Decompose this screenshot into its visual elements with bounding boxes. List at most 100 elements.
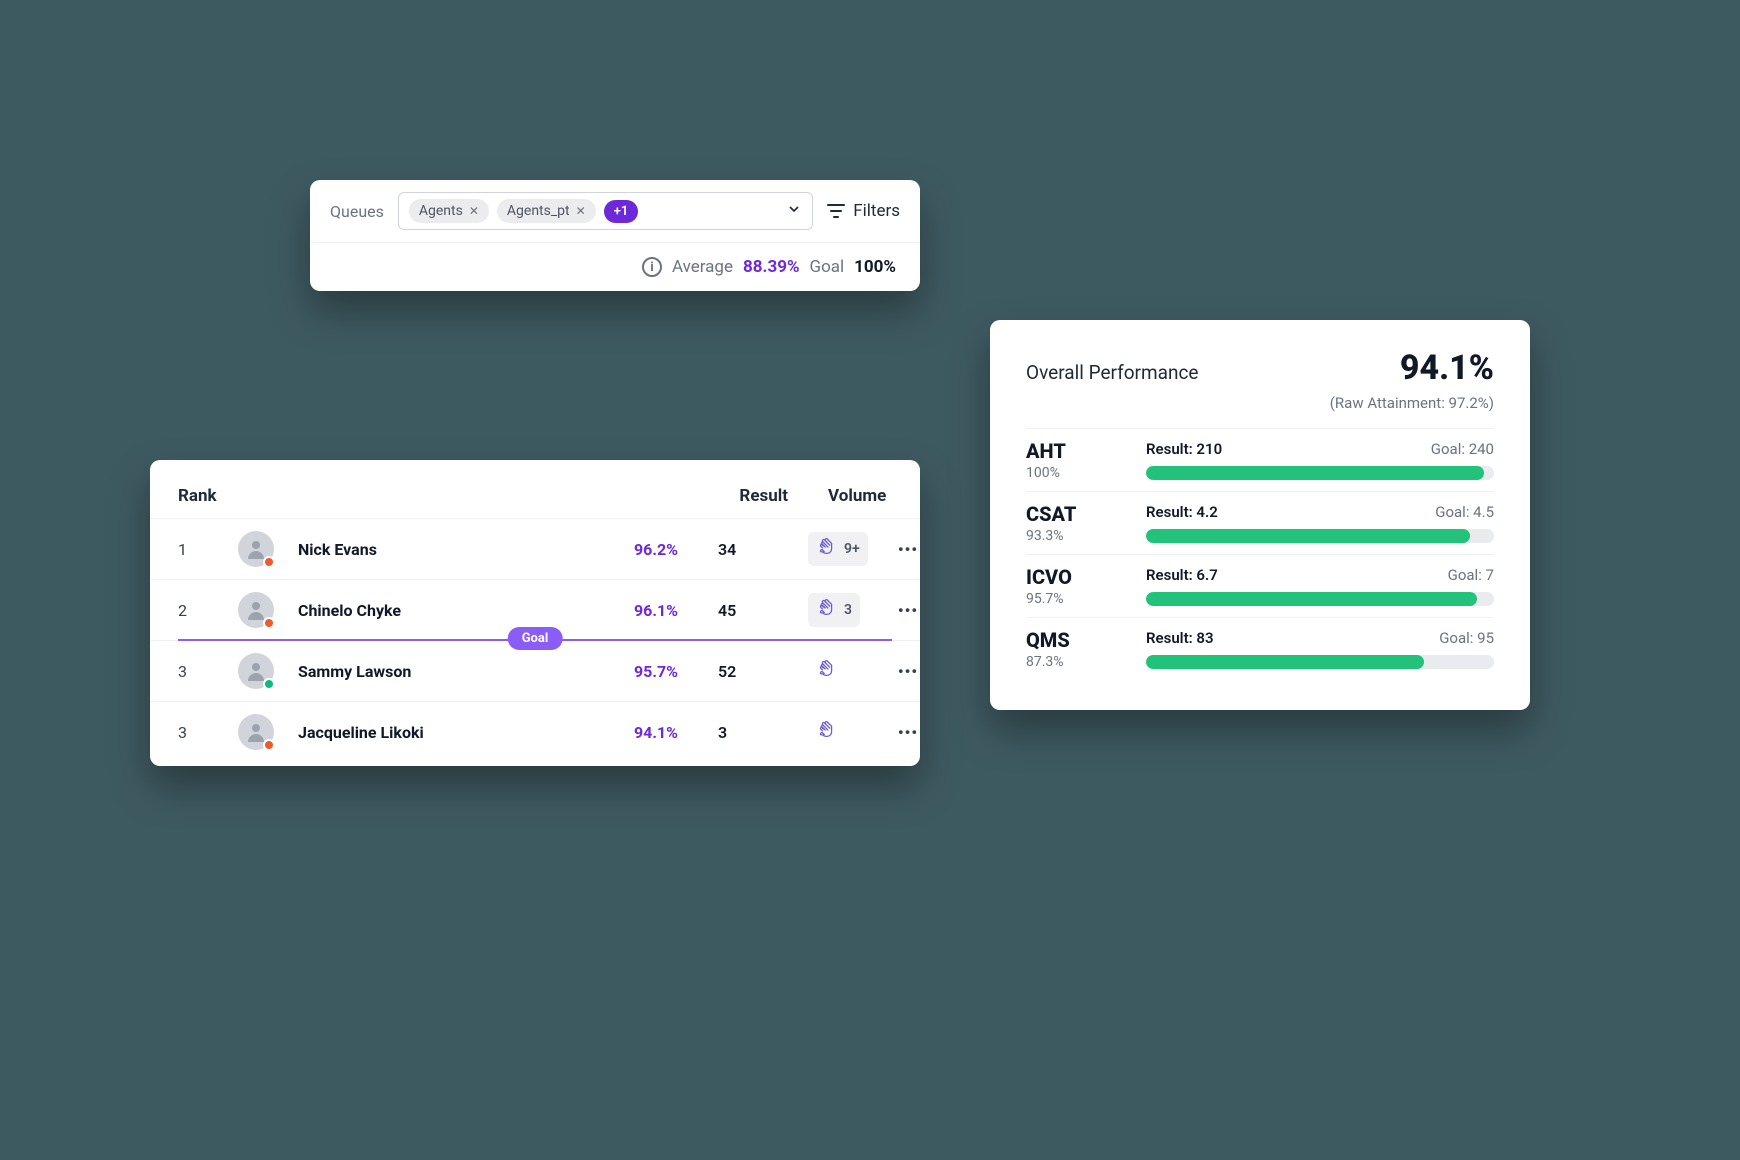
- metric-label: QMS: [1026, 628, 1136, 652]
- performance-card: Overall Performance 94.1% (Raw Attainmen…: [990, 320, 1530, 710]
- status-dot: [263, 678, 275, 690]
- close-icon[interactable]: ✕: [469, 204, 479, 218]
- agent-name[interactable]: Chinelo Chyke: [298, 601, 578, 620]
- chevron-down-icon[interactable]: [786, 201, 802, 221]
- table-row[interactable]: 3 Jacqueline Likoki 94.1% 3 •••: [150, 701, 920, 762]
- clap-count: 3: [844, 602, 852, 618]
- clap-icon: [816, 536, 838, 562]
- metric-goal: Goal: 240: [1431, 440, 1494, 458]
- goal-pill: Goal: [508, 627, 563, 650]
- progress-bar: [1146, 655, 1494, 669]
- metric-label: CSAT: [1026, 502, 1136, 526]
- agent-name[interactable]: Jacqueline Likoki: [298, 723, 578, 742]
- filters-button[interactable]: Filters: [827, 201, 900, 221]
- progress-fill: [1146, 529, 1470, 543]
- metric-goal: Goal: 7: [1448, 566, 1494, 584]
- volume-value: 3: [698, 723, 808, 742]
- metric-result: Result: 6.7: [1146, 566, 1218, 584]
- rank-number: 1: [178, 540, 238, 559]
- more-button[interactable]: •••: [888, 540, 928, 559]
- result-value: 96.1%: [578, 601, 698, 620]
- avatar[interactable]: [238, 653, 274, 689]
- queue-chip[interactable]: Agents ✕: [409, 199, 489, 223]
- goal-value: 100%: [854, 257, 896, 277]
- agent-name[interactable]: Nick Evans: [298, 540, 578, 559]
- metric-row: AHT 100% Result: 210 Goal: 240: [1026, 428, 1494, 491]
- volume-value: 34: [698, 540, 808, 559]
- avatar[interactable]: [238, 592, 274, 628]
- queue-chip-label: Agents: [419, 203, 463, 219]
- status-dot: [263, 739, 275, 751]
- result-value: 96.2%: [578, 540, 698, 559]
- metric-row: CSAT 93.3% Result: 4.2 Goal: 4.5: [1026, 491, 1494, 554]
- status-dot: [263, 617, 275, 629]
- progress-fill: [1146, 466, 1484, 480]
- metric-percent: 93.3%: [1026, 528, 1136, 544]
- clap-button[interactable]: [808, 715, 846, 749]
- avatar[interactable]: [238, 531, 274, 567]
- metric-percent: 95.7%: [1026, 591, 1136, 607]
- performance-header: Overall Performance 94.1%: [1026, 348, 1494, 388]
- rank-card: Rank Result Volume 1 Nick Evans 96.2% 34…: [150, 460, 920, 766]
- filter-card: Queues Agents ✕ Agents_pt ✕ +1 Filters i…: [310, 180, 920, 291]
- average-label: Average: [672, 257, 733, 277]
- info-icon[interactable]: i: [642, 257, 662, 277]
- header-volume: Volume: [808, 486, 888, 506]
- filter-row: Queues Agents ✕ Agents_pt ✕ +1 Filters: [310, 180, 920, 242]
- rank-number: 2: [178, 601, 238, 620]
- clap-button[interactable]: [808, 654, 846, 688]
- agent-name[interactable]: Sammy Lawson: [298, 662, 578, 681]
- volume-value: 52: [698, 662, 808, 681]
- close-icon[interactable]: ✕: [576, 204, 586, 218]
- metric-label: AHT: [1026, 439, 1136, 463]
- rank-number: 3: [178, 662, 238, 681]
- performance-title: Overall Performance: [1026, 361, 1199, 384]
- rank-header: Rank Result Volume: [150, 468, 920, 518]
- progress-bar: [1146, 592, 1494, 606]
- filters-label: Filters: [853, 201, 900, 221]
- metric-percent: 87.3%: [1026, 654, 1136, 670]
- clap-button[interactable]: 3: [808, 593, 860, 627]
- more-button[interactable]: •••: [888, 723, 928, 742]
- average-value: 88.39%: [743, 257, 800, 277]
- result-value: 94.1%: [578, 723, 698, 742]
- rank-number: 3: [178, 723, 238, 742]
- metric-result: Result: 83: [1146, 629, 1214, 647]
- more-button[interactable]: •••: [888, 601, 928, 620]
- metric-row: ICVO 95.7% Result: 6.7 Goal: 7: [1026, 554, 1494, 617]
- progress-bar: [1146, 529, 1494, 543]
- queue-chip[interactable]: Agents_pt ✕: [497, 199, 596, 223]
- header-rank: Rank: [178, 486, 578, 506]
- progress-fill: [1146, 592, 1477, 606]
- filter-icon: [827, 204, 845, 218]
- performance-score: 94.1%: [1400, 348, 1494, 388]
- table-row[interactable]: 1 Nick Evans 96.2% 34 9+ •••: [150, 518, 920, 579]
- queue-chip-label: Agents_pt: [507, 203, 570, 219]
- volume-value: 45: [698, 601, 808, 620]
- clap-button[interactable]: 9+: [808, 532, 868, 566]
- raw-attainment: (Raw Attainment: 97.2%): [1026, 394, 1494, 412]
- metric-goal: Goal: 95: [1439, 629, 1494, 647]
- progress-bar: [1146, 466, 1494, 480]
- goal-label: Goal: [810, 257, 845, 277]
- clap-count: 9+: [844, 541, 860, 557]
- metric-result: Result: 210: [1146, 440, 1222, 458]
- metric-label: ICVO: [1026, 565, 1136, 589]
- queues-label: Queues: [330, 202, 384, 221]
- status-dot: [263, 556, 275, 568]
- clap-icon: [816, 597, 838, 623]
- progress-fill: [1146, 655, 1424, 669]
- avatar[interactable]: [238, 714, 274, 750]
- queues-select[interactable]: Agents ✕ Agents_pt ✕ +1: [398, 192, 813, 230]
- metric-result: Result: 4.2: [1146, 503, 1218, 521]
- clap-icon: [816, 719, 838, 745]
- stats-row: i Average 88.39% Goal 100%: [310, 242, 920, 291]
- more-button[interactable]: •••: [888, 662, 928, 681]
- clap-icon: [816, 658, 838, 684]
- metric-goal: Goal: 4.5: [1435, 503, 1494, 521]
- overflow-chip[interactable]: +1: [604, 200, 639, 223]
- result-value: 95.7%: [578, 662, 698, 681]
- metric-percent: 100%: [1026, 465, 1136, 481]
- metric-row: QMS 87.3% Result: 83 Goal: 95: [1026, 617, 1494, 680]
- header-result: Result: [698, 486, 808, 506]
